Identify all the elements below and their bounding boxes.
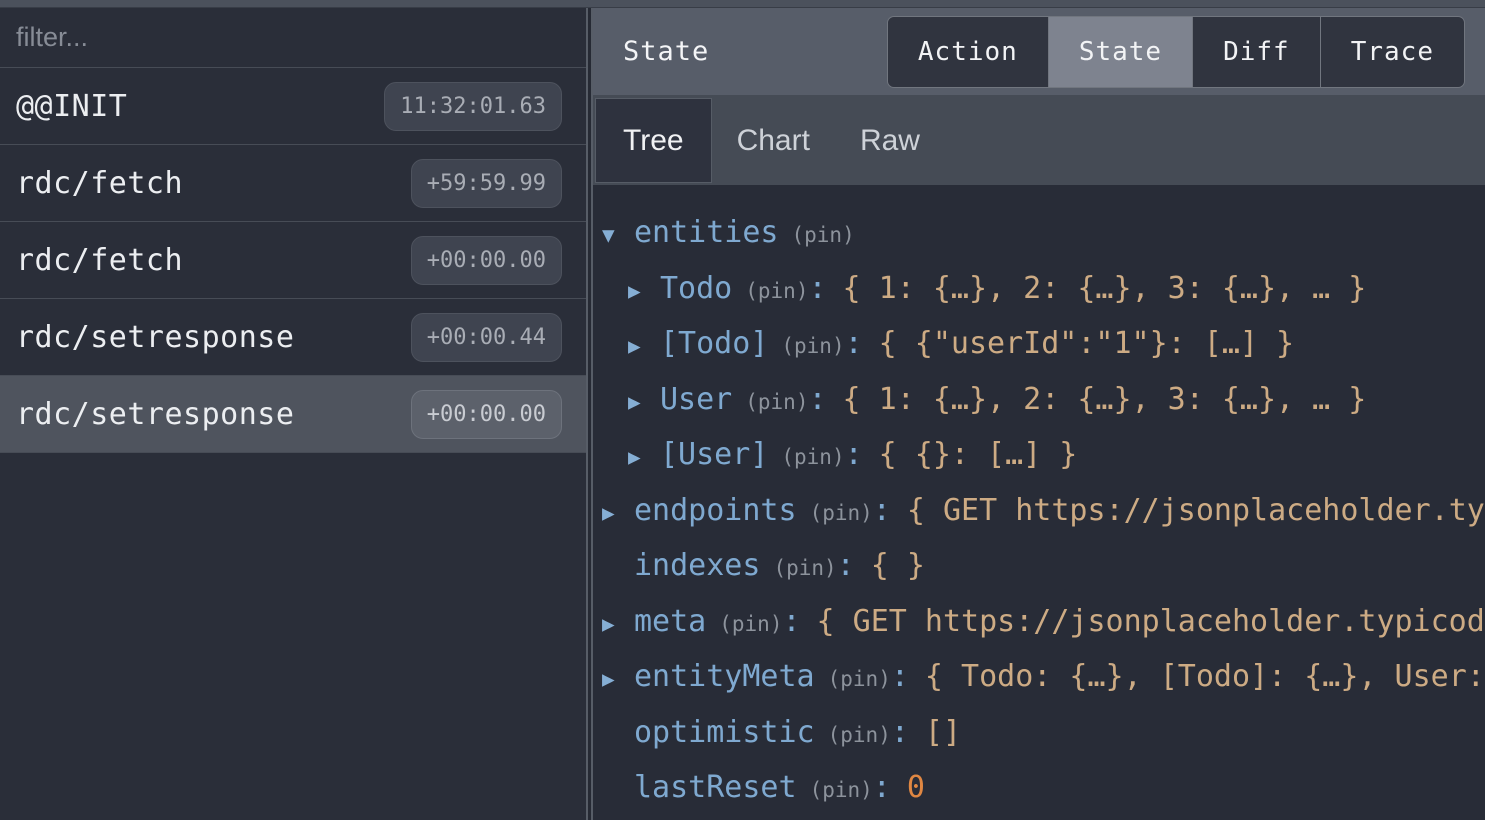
tree-preview: { 1: {…}, 2: {…}, 3: {…}, … } — [843, 271, 1367, 306]
subtab-chart[interactable]: Chart — [712, 98, 835, 183]
tree-row-entitymeta[interactable]: ▶entityMeta (pin): { Todo: {…}, [Todo]: {…… — [596, 649, 1485, 705]
expand-arrow-icon[interactable]: ▶ — [602, 597, 634, 653]
key-colon: : — [891, 715, 909, 750]
action-name: @@INIT — [16, 89, 127, 124]
tree-preview: { } — [871, 548, 925, 583]
expand-arrow-icon[interactable]: ▶ — [628, 430, 660, 486]
action-name: rdc/setresponse — [16, 397, 294, 432]
tree-preview: { {}: […] } — [879, 437, 1078, 472]
subtab-raw[interactable]: Raw — [835, 98, 945, 183]
tree-key[interactable]: [User] — [660, 437, 768, 472]
tree-preview: { 1: {…}, 2: {…}, 3: {…}, … } — [843, 382, 1367, 417]
state-subtab-bar: TreeChartRaw — [593, 95, 1485, 185]
tree-preview: [] — [925, 715, 961, 750]
expand-arrow-icon[interactable]: ▶ — [602, 652, 634, 708]
tree-row-entities[interactable]: ▼entities (pin) — [596, 205, 1485, 261]
pin-link[interactable]: (pin) — [781, 334, 844, 358]
pin-link[interactable]: (pin) — [810, 778, 873, 802]
action-list-panel: @@INIT11:32:01.63rdc/fetch+59:59.99rdc/f… — [0, 8, 588, 820]
action-time-badge[interactable]: +00:00.00 — [411, 390, 562, 439]
tree-row-lastreset[interactable]: lastReset (pin):0 — [596, 760, 1485, 816]
tree-key[interactable]: indexes — [634, 548, 760, 583]
inspector-title: State — [623, 36, 709, 67]
pin-link[interactable]: (pin) — [719, 612, 782, 636]
tree-row-meta[interactable]: ▶meta (pin): { GET https://jsonplaceholder… — [596, 594, 1485, 650]
key-colon: : — [873, 770, 891, 805]
inspector-panel: State ActionStateDiffTrace TreeChartRaw … — [593, 8, 1485, 820]
tab-trace[interactable]: Trace — [1320, 17, 1464, 87]
state-tree: ▼entities(pin)▶Todo(pin):{ 1: {…}, 2: {…… — [593, 185, 1485, 820]
top-strip — [0, 0, 1485, 8]
filter-input[interactable] — [16, 22, 570, 53]
tree-row-user[interactable]: ▶User (pin): { 1: {…}, 2: {…}, 3: {…}, … } — [596, 372, 1485, 428]
tree-preview: { GET https://jsonplaceholder.typ — [907, 493, 1485, 528]
redux-devtools-app: @@INIT11:32:01.63rdc/fetch+59:59.99rdc/f… — [0, 0, 1485, 820]
action-list: @@INIT11:32:01.63rdc/fetch+59:59.99rdc/f… — [0, 68, 586, 453]
view-tab-group: ActionStateDiffTrace — [887, 16, 1465, 88]
tree-key[interactable]: meta — [634, 604, 706, 639]
key-colon: : — [782, 604, 800, 639]
pin-link[interactable]: (pin) — [828, 667, 891, 691]
pin-link[interactable]: (pin) — [810, 501, 873, 525]
tree-row-user[interactable]: ▶[User] (pin): { {}: […] } — [596, 427, 1485, 483]
key-colon: : — [808, 382, 826, 417]
expand-arrow-icon[interactable]: ▶ — [628, 375, 660, 431]
tree-key[interactable]: endpoints — [634, 493, 797, 528]
pin-link[interactable]: (pin) — [781, 445, 844, 469]
action-row-rdcsetresponse[interactable]: rdc/setresponse +00:00.00 — [0, 376, 586, 453]
tree-row-todo[interactable]: ▶[Todo] (pin): { {"userId":"1"}: […] } — [596, 316, 1485, 372]
key-colon: : — [845, 437, 863, 472]
pin-link[interactable]: (pin) — [792, 223, 855, 247]
tree-row-optimistic[interactable]: optimistic (pin): [] — [596, 705, 1485, 761]
action-time-badge[interactable]: +00:00.44 — [411, 313, 562, 362]
key-colon: : — [873, 493, 891, 528]
tree-preview: { Todo: {…}, [Todo]: {…}, User: — [925, 659, 1485, 694]
tree-key[interactable]: Todo — [660, 271, 732, 306]
expand-arrow-icon[interactable]: ▶ — [628, 264, 660, 320]
tree-row-todo[interactable]: ▶Todo (pin): { 1: {…}, 2: {…}, 3: {…}, … } — [596, 261, 1485, 317]
tab-diff[interactable]: Diff — [1192, 17, 1320, 87]
key-colon: : — [837, 548, 855, 583]
expand-arrow-icon[interactable]: ▶ — [602, 486, 634, 542]
key-colon: : — [845, 326, 863, 361]
tree-preview: { {"userId":"1"}: […] } — [879, 326, 1294, 361]
pin-link[interactable]: (pin) — [745, 390, 808, 414]
tree-key[interactable]: optimistic — [634, 715, 815, 750]
action-name: rdc/fetch — [16, 243, 183, 278]
main-layout: @@INIT11:32:01.63rdc/fetch+59:59.99rdc/f… — [0, 8, 1485, 820]
action-name: rdc/fetch — [16, 166, 183, 201]
tree-key[interactable]: lastReset — [634, 770, 797, 805]
action-row-rdcfetch[interactable]: rdc/fetch +59:59.99 — [0, 145, 586, 222]
action-name: rdc/setresponse — [16, 320, 294, 355]
pin-link[interactable]: (pin) — [745, 279, 808, 303]
pin-link[interactable]: (pin) — [773, 556, 836, 580]
tree-key[interactable]: [Todo] — [660, 326, 768, 361]
tree-row-endpoints[interactable]: ▶endpoints (pin): { GET https://jsonplaceh… — [596, 483, 1485, 539]
tree-preview: { GET https://jsonplaceholder.typicode — [817, 604, 1485, 639]
collapse-arrow-icon[interactable]: ▼ — [602, 208, 634, 264]
tree-key[interactable]: entities — [634, 215, 779, 250]
tab-state[interactable]: State — [1048, 17, 1192, 87]
tree-value-number: 0 — [907, 770, 925, 805]
expand-arrow-icon[interactable]: ▶ — [628, 319, 660, 375]
action-time-badge[interactable]: +59:59.99 — [411, 159, 562, 208]
tree-key[interactable]: User — [660, 382, 732, 417]
key-colon: : — [808, 271, 826, 306]
action-row-rdcfetch[interactable]: rdc/fetch +00:00.00 — [0, 222, 586, 299]
action-time-badge[interactable]: +00:00.00 — [411, 236, 562, 285]
tree-row-indexes[interactable]: indexes (pin): { } — [596, 538, 1485, 594]
action-row-init[interactable]: @@INIT 11:32:01.63 — [0, 68, 586, 145]
inspector-header: State ActionStateDiffTrace — [593, 8, 1485, 95]
action-time-badge[interactable]: 11:32:01.63 — [384, 82, 562, 131]
filter-row — [0, 8, 586, 68]
tab-action[interactable]: Action — [888, 17, 1048, 87]
key-colon: : — [891, 659, 909, 694]
pin-link[interactable]: (pin) — [828, 723, 891, 747]
action-row-rdcsetresponse[interactable]: rdc/setresponse +00:00.44 — [0, 299, 586, 376]
tree-key[interactable]: entityMeta — [634, 659, 815, 694]
subtab-tree[interactable]: Tree — [595, 98, 712, 183]
